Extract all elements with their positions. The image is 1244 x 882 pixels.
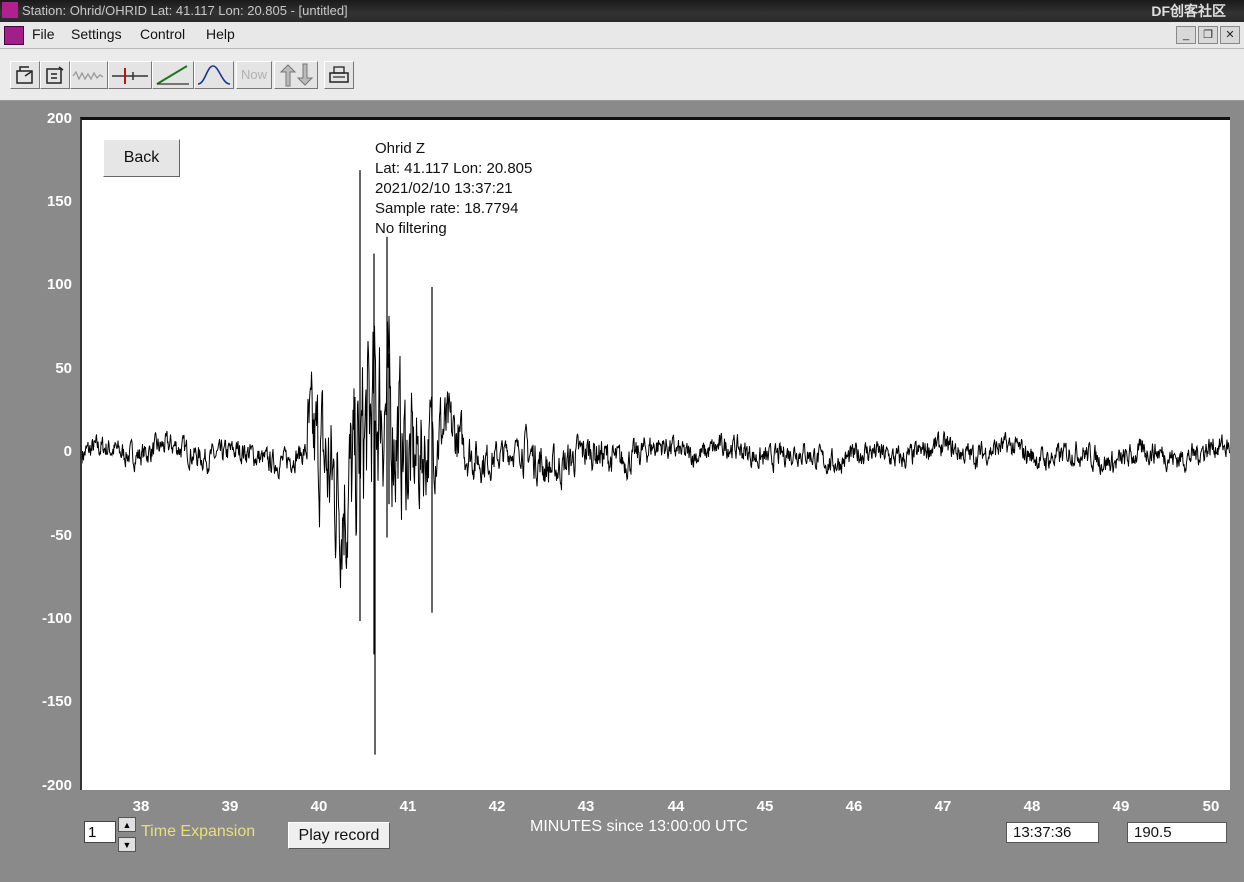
title-bar: Station: Ohrid/OHRID Lat: 41.117 Lon: 20… xyxy=(0,0,1244,22)
menu-file[interactable]: File xyxy=(32,26,55,42)
time-readout: 13:37:36 xyxy=(1006,822,1099,843)
x-tick-label: 38 xyxy=(132,798,150,815)
menu-control[interactable]: Control xyxy=(140,26,185,42)
play-record-button[interactable]: Play record xyxy=(288,822,390,849)
station-name: Ohrid Z xyxy=(375,140,426,157)
open-file-icon xyxy=(16,66,33,84)
record-datetime: 2021/02/10 13:37:21 xyxy=(375,180,513,197)
save-file-icon xyxy=(46,66,64,84)
seismogram-plot[interactable] xyxy=(80,117,1230,790)
minimize-icon[interactable]: _ xyxy=(1176,26,1196,44)
close-icon[interactable]: ✕ xyxy=(1220,26,1240,44)
watermark-logo: DF创客社区 xyxy=(1151,3,1226,19)
trend-icon xyxy=(156,65,189,85)
app-icon xyxy=(2,2,18,18)
x-axis-title: MINUTES since 13:00:00 UTC xyxy=(530,818,748,835)
spectrum-button[interactable] xyxy=(194,61,234,89)
now-button[interactable]: Now xyxy=(236,61,272,89)
time-expansion-label: Time Expansion xyxy=(141,823,256,840)
trend-button[interactable] xyxy=(152,61,194,89)
y-tick-label: 200 xyxy=(46,110,72,127)
marker-button[interactable] xyxy=(108,61,152,89)
y-tick-label: 50 xyxy=(55,360,72,377)
x-tick-label: 41 xyxy=(399,798,417,815)
seismic-trace xyxy=(82,170,1230,755)
x-tick-label: 50 xyxy=(1202,798,1220,815)
printer-icon xyxy=(329,66,349,83)
x-tick-label: 45 xyxy=(756,798,774,815)
marker-icon xyxy=(112,68,148,84)
value-readout: 190.5 xyxy=(1127,822,1227,843)
scroll-up-down-button[interactable] xyxy=(274,61,318,89)
x-tick-label: 44 xyxy=(667,798,685,815)
y-tick-label: -200 xyxy=(41,777,72,794)
open-file-button[interactable] xyxy=(10,61,40,89)
time-expansion-input[interactable]: 1 xyxy=(84,821,116,843)
back-button[interactable]: Back xyxy=(103,139,180,177)
x-tick-label: 39 xyxy=(221,798,239,815)
up-down-arrows-icon xyxy=(279,63,314,87)
waveform-button[interactable] xyxy=(70,61,108,89)
x-tick-label: 49 xyxy=(1112,798,1130,815)
y-tick-label: 0 xyxy=(63,443,72,460)
save-file-button[interactable] xyxy=(40,61,70,89)
menu-settings[interactable]: Settings xyxy=(71,26,122,42)
spin-up-icon[interactable]: ▲ xyxy=(118,817,136,832)
waveform-icon xyxy=(72,70,104,81)
station-info: Ohrid Z Lat: 41.117 Lon: 20.805 2021/02/… xyxy=(375,139,532,239)
x-tick-label: 47 xyxy=(934,798,952,815)
y-tick-label: 150 xyxy=(46,193,72,210)
restore-icon[interactable]: ❐ xyxy=(1198,26,1218,44)
x-tick-label: 40 xyxy=(310,798,328,815)
x-tick-label: 43 xyxy=(577,798,595,815)
x-tick-label: 42 xyxy=(488,798,506,815)
trace-line xyxy=(82,315,1230,589)
document-icon[interactable] xyxy=(4,26,24,45)
y-tick-label: -100 xyxy=(41,610,72,627)
x-tick-label: 46 xyxy=(845,798,863,815)
toolbar: Now xyxy=(0,49,1244,101)
station-coordinates: Lat: 41.117 Lon: 20.805 xyxy=(375,160,533,177)
spectrum-icon xyxy=(197,65,231,85)
sample-rate: Sample rate: 18.7794 xyxy=(375,200,519,217)
menu-bar: File Settings Control Help _ ❐ ✕ xyxy=(0,22,1244,49)
spin-down-icon[interactable]: ▼ xyxy=(118,837,136,852)
y-tick-label: -50 xyxy=(50,527,72,544)
y-tick-label: 100 xyxy=(46,276,72,293)
window-title: Station: Ohrid/OHRID Lat: 41.117 Lon: 20… xyxy=(22,3,348,18)
filter-status: No filtering xyxy=(375,220,447,237)
y-tick-label: -150 xyxy=(41,693,72,710)
print-button[interactable] xyxy=(324,61,354,89)
menu-help[interactable]: Help xyxy=(206,26,235,42)
window-controls: _ ❐ ✕ xyxy=(1174,25,1240,44)
x-tick-label: 48 xyxy=(1023,798,1041,815)
